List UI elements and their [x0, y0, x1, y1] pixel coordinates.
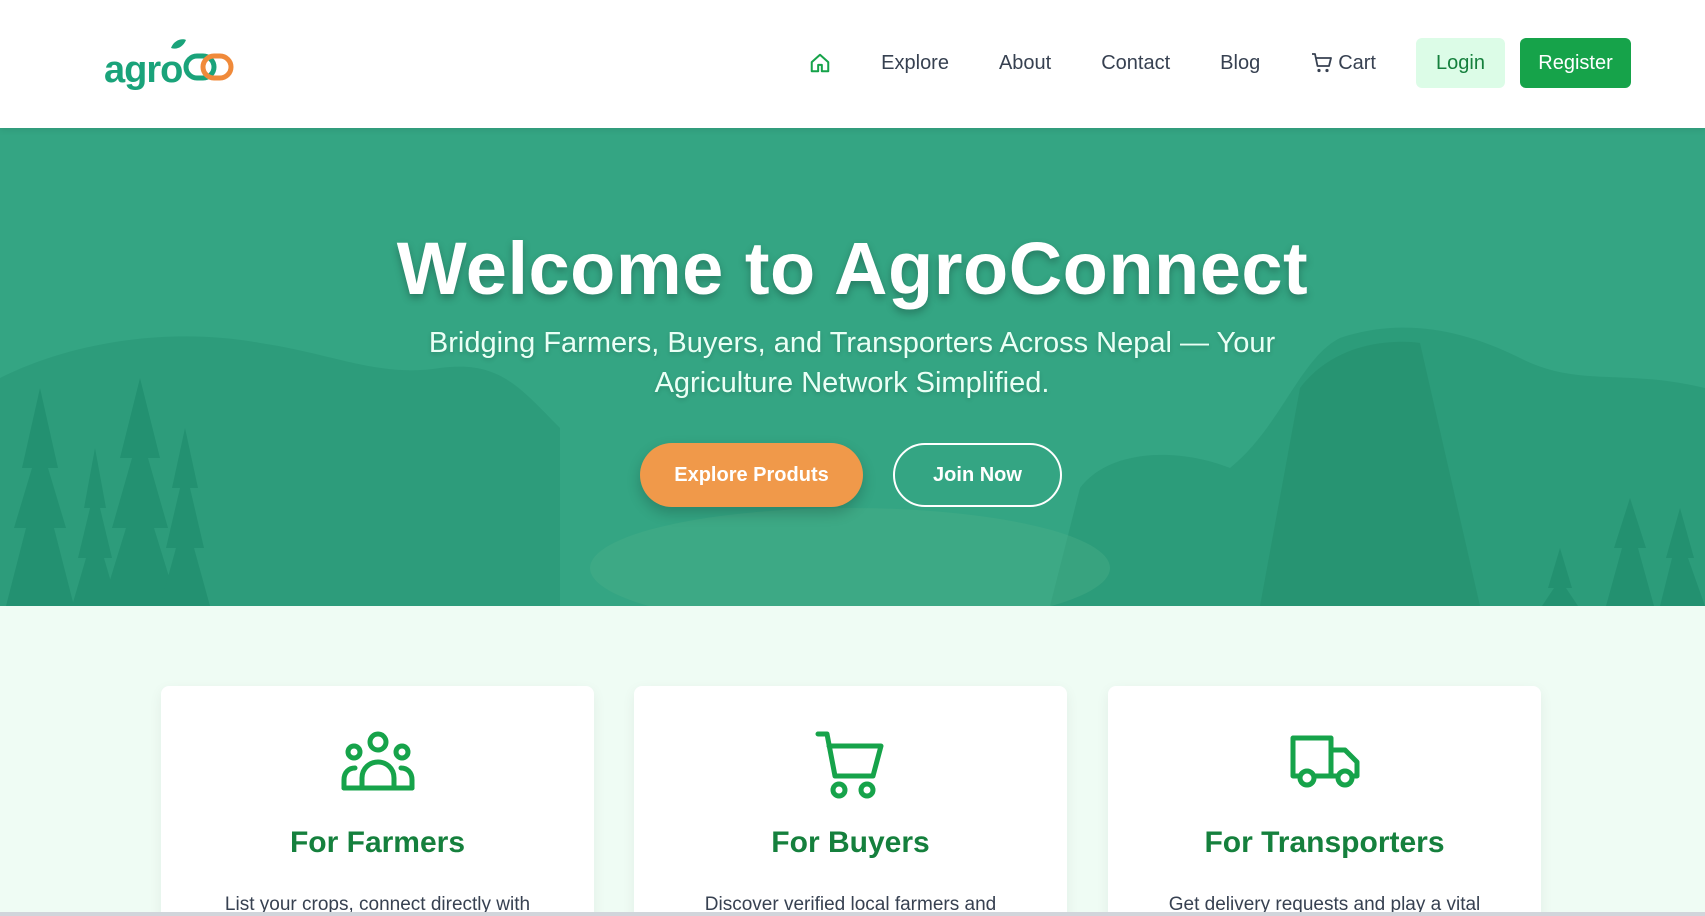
hero-cta-group: Explore Produts Join Now — [640, 443, 1062, 507]
feature-card-transporters: For Transporters Get delivery requests a… — [1108, 686, 1541, 916]
nav-blog-link[interactable]: Blog — [1220, 52, 1260, 75]
feature-card-buyers: For Buyers Discover verified local farme… — [634, 686, 1067, 916]
feature-title: For Buyers — [771, 826, 930, 859]
join-now-button[interactable]: Join Now — [893, 443, 1062, 507]
register-button[interactable]: Register — [1520, 38, 1631, 88]
truck-icon — [1290, 735, 1359, 788]
feature-title: For Transporters — [1204, 826, 1445, 859]
home-icon — [810, 53, 830, 73]
main-nav: Explore About Contact Blog Cart Login Re… — [809, 38, 1631, 88]
scroll-edge-divider — [0, 912, 1705, 916]
cart-icon — [815, 731, 883, 799]
users-icon — [341, 731, 414, 791]
feature-card-farmers: For Farmers List your crops, connect dir… — [161, 686, 594, 916]
nav-cart-label: Cart — [1338, 51, 1376, 74]
agroconnect-logo[interactable]: agro — [104, 39, 234, 90]
features-section: For Farmers List your crops, connect dir… — [0, 606, 1705, 916]
nav-home-link[interactable] — [809, 52, 831, 74]
logo-mark-icon — [171, 39, 234, 81]
nav-cart-link[interactable]: Cart — [1310, 51, 1376, 75]
nav-explore-link[interactable]: Explore — [881, 52, 949, 75]
cart-icon — [1312, 53, 1333, 73]
hero-subtitle: Bridging Farmers, Buyers, and Transporte… — [428, 327, 1276, 399]
login-button[interactable]: Login — [1416, 38, 1505, 88]
hero-title: Welcome to AgroConnect — [396, 227, 1309, 310]
nav-contact-link[interactable]: Contact — [1101, 52, 1170, 75]
explore-products-button[interactable]: Explore Produts — [640, 443, 863, 507]
hero-section: Welcome to AgroConnect Bridging Farmers,… — [0, 128, 1705, 606]
page: agro Explore About Contact Blog Cart Log… — [0, 0, 1705, 916]
nav-about-link[interactable]: About — [999, 52, 1051, 75]
top-navbar: agro Explore About Contact Blog Cart Log… — [0, 0, 1705, 128]
feature-title: For Farmers — [289, 826, 466, 859]
